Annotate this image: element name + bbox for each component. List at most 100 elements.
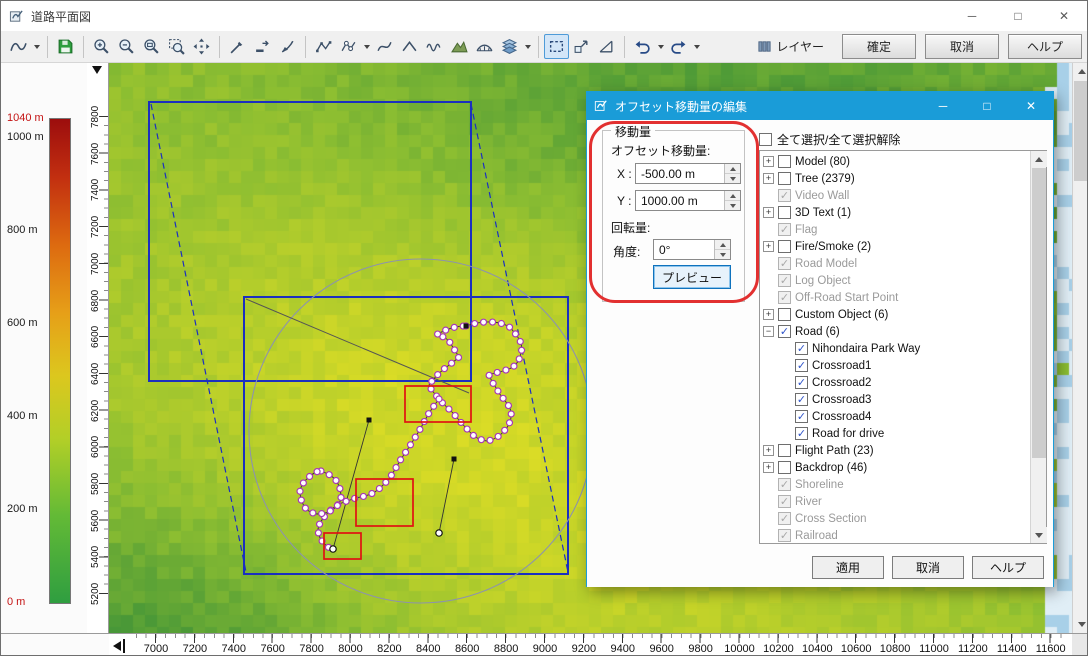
layer-button[interactable]: レイヤー xyxy=(748,34,833,59)
angle-value[interactable]: 0° xyxy=(654,240,714,259)
tree-item[interactable]: ✓Nihondaira Park Way xyxy=(763,340,1030,357)
tree-item[interactable]: ✓Crossroad3 xyxy=(763,391,1030,408)
scroll-down-button[interactable] xyxy=(1073,616,1088,633)
angle-spin-up-button[interactable] xyxy=(715,240,730,250)
tree-item[interactable]: ✓Railroad xyxy=(763,527,1030,543)
ruler-origin-marker-icon[interactable] xyxy=(92,66,102,74)
tree-item-checkbox[interactable] xyxy=(778,240,791,253)
tree-item-checkbox[interactable] xyxy=(778,444,791,457)
expand-plus-icon[interactable]: + xyxy=(763,207,774,218)
tree-item-checkbox[interactable]: ✓ xyxy=(795,427,808,440)
expand-plus-icon[interactable]: + xyxy=(763,241,774,252)
profile-tool-button[interactable] xyxy=(6,34,31,59)
tree-scroll-up-button[interactable] xyxy=(1031,151,1047,167)
road-move-button[interactable] xyxy=(250,34,275,59)
minimize-button[interactable]: ─ xyxy=(949,1,995,31)
polyline-button[interactable] xyxy=(311,34,336,59)
close-button[interactable]: ✕ xyxy=(1041,1,1087,31)
peak-button[interactable] xyxy=(397,34,422,59)
terrain-layers-dropdown[interactable] xyxy=(522,34,533,59)
preview-button[interactable]: プレビュー xyxy=(653,265,731,289)
tree-item[interactable]: ✓Video Wall xyxy=(763,187,1030,204)
tree-item-checkbox[interactable]: ✓ xyxy=(795,393,808,406)
zoom-extents-button[interactable] xyxy=(164,34,189,59)
zoom-out-button[interactable] xyxy=(114,34,139,59)
tree-item[interactable]: ✓Crossroad1 xyxy=(763,357,1030,374)
slope-tool-button[interactable] xyxy=(594,34,619,59)
tree-item[interactable]: +Fire/Smoke (2) xyxy=(763,238,1030,255)
maximize-button[interactable]: □ xyxy=(995,1,1041,31)
offset-y-value[interactable]: 1000.00 m xyxy=(636,191,724,210)
tree-item[interactable]: +Backdrop (46) xyxy=(763,459,1030,476)
toolbar-help-button[interactable]: ヘルプ xyxy=(1008,34,1082,59)
select-all-row[interactable]: 全て選択/全て選択解除 xyxy=(759,131,900,148)
vscroll-thumb[interactable] xyxy=(1074,81,1088,181)
angle-spin-down-button[interactable] xyxy=(715,250,730,259)
tree-item[interactable]: +3D Text (1) xyxy=(763,204,1030,221)
object-tree[interactable]: +Model (80)+Tree (2379)✓Video Wall+3D Te… xyxy=(759,150,1047,544)
scroll-up-button[interactable] xyxy=(1073,63,1088,80)
redo-button[interactable] xyxy=(666,34,691,59)
tree-item-checkbox[interactable]: ✓ xyxy=(795,410,808,423)
tree-item[interactable]: ✓Crossroad2 xyxy=(763,374,1030,391)
node-edit-dropdown[interactable] xyxy=(361,34,372,59)
save-button[interactable] xyxy=(53,34,78,59)
tree-item[interactable]: ✓Road for drive xyxy=(763,425,1030,442)
offset-x-input[interactable]: -500.00 m xyxy=(635,163,741,184)
node-edit-button[interactable] xyxy=(336,34,361,59)
toolbar-cancel-button[interactable]: 取消 xyxy=(925,34,999,59)
offset-y-input[interactable]: 1000.00 m xyxy=(635,190,741,211)
mountain-button[interactable] xyxy=(447,34,472,59)
confirm-button[interactable]: 確定 xyxy=(842,34,916,59)
tree-scrollbar[interactable] xyxy=(1030,151,1046,543)
select-rect-button[interactable] xyxy=(544,34,569,59)
x-spin-up-button[interactable] xyxy=(725,164,740,174)
tree-item[interactable]: ✓River xyxy=(763,493,1030,510)
tree-item[interactable]: ✓Cross Section xyxy=(763,510,1030,527)
wave-button[interactable] xyxy=(422,34,447,59)
offset-x-value[interactable]: -500.00 m xyxy=(636,164,724,183)
terrain-layers-button[interactable] xyxy=(497,34,522,59)
tree-item[interactable]: ✓Crossroad4 xyxy=(763,408,1030,425)
undo-button[interactable] xyxy=(630,34,655,59)
pan-button[interactable] xyxy=(189,34,214,59)
dialog-help-button[interactable]: ヘルプ xyxy=(972,556,1044,579)
slope-edit-button[interactable] xyxy=(225,34,250,59)
tree-item[interactable]: ✓Road Model xyxy=(763,255,1030,272)
tree-item-checkbox[interactable] xyxy=(778,461,791,474)
tree-item-checkbox[interactable] xyxy=(778,172,791,185)
tree-item-checkbox[interactable]: ✓ xyxy=(795,376,808,389)
expand-plus-icon[interactable]: + xyxy=(763,309,774,320)
bridge-button[interactable] xyxy=(472,34,497,59)
dialog-close-button[interactable]: ✕ xyxy=(1009,92,1053,120)
expand-plus-icon[interactable]: + xyxy=(763,462,774,473)
profile-tool-dropdown[interactable] xyxy=(31,34,42,59)
tree-item[interactable]: ✓Flag xyxy=(763,221,1030,238)
tree-item-checkbox[interactable]: ✓ xyxy=(778,325,791,338)
tree-item-checkbox[interactable] xyxy=(778,155,791,168)
zoom-window-button[interactable] xyxy=(139,34,164,59)
ruler-left-marker-icon[interactable] xyxy=(113,641,121,651)
x-spin-down-button[interactable] xyxy=(725,174,740,183)
tree-item[interactable]: +Tree (2379) xyxy=(763,170,1030,187)
zoom-in-button[interactable] xyxy=(89,34,114,59)
tree-item[interactable]: ✓Shoreline xyxy=(763,476,1030,493)
dialog-maximize-button[interactable]: □ xyxy=(965,92,1009,120)
tree-scroll-down-button[interactable] xyxy=(1031,527,1047,543)
tree-item-checkbox[interactable]: ✓ xyxy=(795,342,808,355)
expand-plus-icon[interactable]: + xyxy=(763,156,774,167)
tree-scroll-thumb[interactable] xyxy=(1032,168,1046,458)
tree-item-checkbox[interactable] xyxy=(778,206,791,219)
undo-dropdown[interactable] xyxy=(655,34,666,59)
tree-item-checkbox[interactable]: ✓ xyxy=(795,359,808,372)
y-spin-up-button[interactable] xyxy=(725,191,740,201)
curve-button[interactable] xyxy=(372,34,397,59)
tree-item[interactable]: +Model (80) xyxy=(763,153,1030,170)
expand-plus-icon[interactable]: + xyxy=(763,445,774,456)
expand-plus-icon[interactable]: + xyxy=(763,173,774,184)
tree-item[interactable]: ✓Log Object xyxy=(763,272,1030,289)
tree-item[interactable]: ✓Off-Road Start Point xyxy=(763,289,1030,306)
tree-item[interactable]: +Flight Path (23) xyxy=(763,442,1030,459)
road-cut-button[interactable] xyxy=(275,34,300,59)
vertical-scrollbar[interactable] xyxy=(1072,63,1088,633)
